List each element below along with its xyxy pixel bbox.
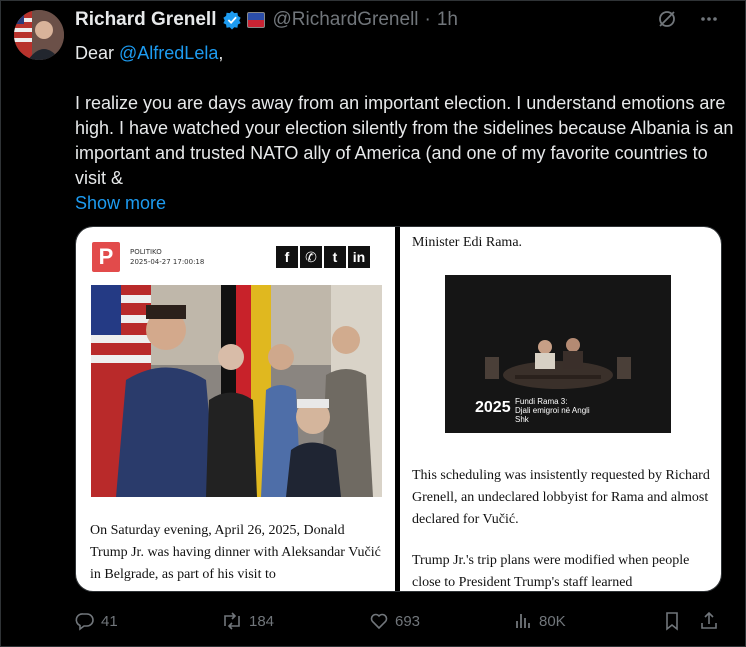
author-handle[interactable]: @RichardGrenell [273, 9, 419, 31]
greeting: Dear [75, 43, 120, 63]
like-count: 693 [395, 612, 421, 630]
article-timestamp: 2025-04-27 17:00:18 [130, 258, 205, 266]
article-paragraph-1: This scheduling was insistently requeste… [412, 468, 710, 527]
video-title-line2: Djali emigroi në Angli [515, 406, 590, 415]
views-icon [516, 614, 530, 628]
post-time[interactable]: 1h [437, 9, 458, 31]
media-image-left[interactable]: P POLITIKO 2025-04-27 17:00:18 f ✆ t in [76, 227, 396, 591]
bookmark-icon [666, 612, 678, 631]
video-still: 2025 Fundi Rama 3: Djali emigroi në Angl… [445, 275, 671, 433]
greeting-end: , [218, 43, 224, 63]
separator-dot: · [424, 9, 431, 30]
whatsapp-icon: ✆ [300, 246, 322, 268]
article-text-top: Minister Edi Rama. [412, 235, 523, 250]
social-share-icons: f ✆ t in [276, 246, 370, 268]
article-photo [91, 285, 382, 497]
reply-count: 41 [101, 612, 118, 630]
mention-link[interactable]: @AlfredLela [119, 43, 218, 63]
more-icon[interactable] [699, 9, 719, 29]
reply-button[interactable]: 41 [75, 611, 118, 631]
share-icon [701, 611, 717, 629]
greeting-line: Dear @AlfredLela, [75, 41, 735, 66]
grok-icon[interactable] [657, 9, 677, 29]
tweet-body: I realize you are days away from an impo… [75, 93, 734, 188]
like-button[interactable]: 693 [369, 611, 420, 631]
media-image-right[interactable]: Minister Edi Rama. 2025 Fundi Rama 3: Dj… [400, 227, 721, 591]
avatar[interactable] [14, 10, 64, 60]
verified-badge-icon [222, 10, 241, 30]
affiliation-flag-icon[interactable] [246, 12, 265, 28]
video-title: Fundi Rama 3: Djali emigroi në Angli Shk [515, 397, 590, 424]
action-bar: 41 184 693 80K [75, 609, 725, 633]
publisher-info: POLITIKO 2025-04-27 17:00:18 [130, 247, 204, 267]
media-attachment[interactable]: P POLITIKO 2025-04-27 17:00:18 f ✆ t in [75, 226, 722, 592]
views-count: 80K [539, 612, 566, 630]
tweet-text: Dear @AlfredLela, I realize you are days… [75, 41, 735, 216]
publisher-logo: P [92, 242, 120, 272]
repost-icon [224, 612, 240, 630]
show-more-link[interactable]: Show more [75, 191, 735, 216]
reply-icon [75, 613, 94, 631]
article-text-left: On Saturday evening, April 26, 2025, Don… [90, 523, 381, 582]
linkedin-icon: in [348, 246, 370, 268]
author-name[interactable]: Richard Grenell [75, 9, 217, 31]
video-year: 2025 [475, 399, 511, 416]
publisher-name: POLITIKO [130, 248, 162, 256]
tweet-container: Richard Grenell @RichardGrenell · 1h Dea… [0, 0, 746, 647]
like-icon [370, 613, 388, 630]
bookmark-button[interactable] [663, 611, 681, 631]
video-title-line1: Fundi Rama 3: [515, 397, 568, 406]
repost-button[interactable]: 184 [221, 611, 274, 631]
twitter-icon: t [324, 246, 346, 268]
share-button[interactable] [699, 611, 719, 631]
article-paragraph-2: Trump Jr.'s trip plans were modified whe… [412, 553, 690, 590]
facebook-icon: f [276, 246, 298, 268]
tweet-header: Richard Grenell @RichardGrenell · 1h [75, 9, 725, 31]
video-title-line3: Shk [515, 415, 529, 424]
views-button[interactable]: 80K [513, 611, 566, 631]
top-icons [657, 9, 719, 29]
repost-count: 184 [249, 612, 275, 630]
